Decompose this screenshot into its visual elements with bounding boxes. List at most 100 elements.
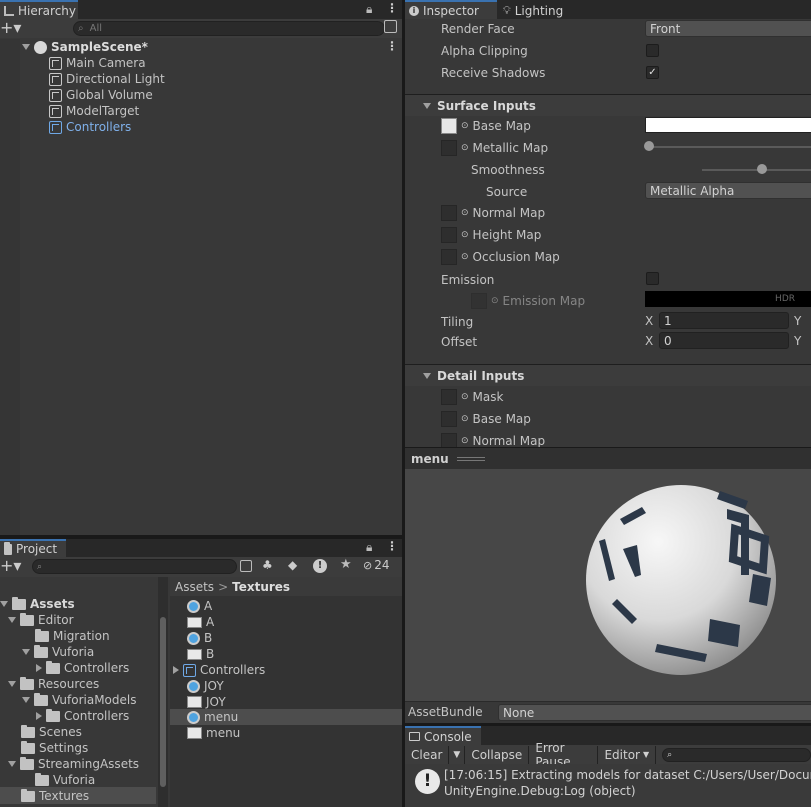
lock-icon[interactable]: 🔒︎ (366, 540, 372, 555)
project-search-input[interactable]: ⌕ (32, 559, 237, 574)
metallic-slider-thumb[interactable] (644, 141, 654, 151)
foldout-arrow-icon[interactable] (423, 102, 431, 109)
editor-dropdown[interactable]: Editor ▼ (598, 745, 657, 764)
expand-arrow-icon[interactable] (22, 697, 30, 703)
collapse-arrow-icon[interactable] (36, 712, 42, 720)
smoothness-slider-thumb[interactable] (756, 164, 767, 174)
file-item[interactable]: B (187, 646, 214, 662)
height-map-row[interactable]: ⊙ Height Map (441, 227, 541, 243)
surface-inputs-header[interactable]: Surface Inputs (405, 95, 811, 116)
hierarchy-search-input[interactable]: ⌕ All (73, 21, 385, 36)
file-item[interactable]: A (187, 614, 214, 630)
tree-item-editor[interactable]: Editor (8, 612, 74, 628)
breadcrumb-assets[interactable]: Assets (175, 580, 214, 594)
file-item[interactable]: menu (187, 725, 240, 741)
tree-item-scenes[interactable]: Scenes (21, 724, 82, 740)
tree-item-resources[interactable]: Resources (8, 676, 99, 692)
tree-item-migration[interactable]: Migration (35, 628, 110, 644)
console-search-input[interactable]: ⌕ (662, 747, 811, 762)
preview-header[interactable]: menu (405, 447, 811, 469)
lock-icon[interactable]: 🔒︎ (366, 2, 372, 17)
more-menu-icon[interactable]: ⋮ (386, 539, 398, 553)
filter-label-icon[interactable]: ◆ (288, 558, 297, 572)
object-picker-icon[interactable]: ⊙ (461, 436, 469, 446)
detail-base-map-row[interactable]: ⊙ Base Map (441, 411, 531, 427)
collapse-arrow-icon[interactable] (173, 666, 179, 674)
hierarchy-item-directional-light[interactable]: Directional Light (49, 71, 165, 87)
search-options-icon[interactable] (384, 20, 397, 33)
drag-handle-icon[interactable] (456, 456, 485, 461)
clear-options-dropdown[interactable]: ▼ (449, 745, 466, 764)
hidden-packages-toggle[interactable]: ⊘ 24 (363, 558, 390, 572)
expand-arrow-icon[interactable] (22, 44, 30, 50)
object-picker-icon[interactable]: ⊙ (461, 252, 469, 262)
tree-item-settings[interactable]: Settings (21, 740, 88, 756)
hierarchy-item-controllers[interactable]: Controllers (49, 119, 131, 135)
detail-normal-map-row[interactable]: ⊙ Normal Map (441, 433, 545, 447)
tree-scrollbar-thumb[interactable] (160, 617, 166, 787)
alpha-clipping-checkbox[interactable] (646, 44, 659, 57)
file-item-selected[interactable]: menu (187, 709, 238, 725)
base-color-swatch[interactable] (645, 117, 811, 133)
object-picker-icon[interactable]: ⊙ (461, 121, 469, 131)
detail-inputs-header[interactable]: Detail Inputs (405, 365, 811, 386)
metallic-map-row[interactable]: ⊙ Metallic Map (441, 140, 548, 156)
material-preview[interactable] (405, 469, 811, 701)
emission-checkbox[interactable] (646, 272, 659, 285)
scene-row[interactable]: SampleScene* (22, 39, 148, 55)
object-picker-icon[interactable]: ⊙ (461, 414, 469, 424)
file-item[interactable]: B (187, 630, 212, 646)
expand-arrow-icon[interactable] (0, 601, 8, 607)
tab-lighting[interactable]: 💡︎ Lighting (499, 0, 579, 19)
foldout-arrow-icon[interactable] (423, 372, 431, 379)
detail-mask-row[interactable]: ⊙ Mask (441, 389, 503, 405)
tab-inspector[interactable]: i Inspector (405, 0, 497, 19)
hierarchy-item-global-volume[interactable]: Global Volume (49, 87, 153, 103)
breadcrumb-textures[interactable]: Textures (232, 580, 290, 594)
tiling-x-input[interactable]: 1 (659, 312, 789, 329)
occlusion-map-row[interactable]: ⊙ Occlusion Map (441, 249, 560, 265)
file-item[interactable]: JOY (187, 694, 226, 710)
console-log-entry[interactable]: ! [17:06:15] Extracting models for datas… (405, 764, 811, 807)
tree-item-vuforiamodels[interactable]: VuforiaModels (22, 692, 136, 708)
tree-item-vuforia-2[interactable]: Vuforia (35, 772, 95, 788)
search-window-icon[interactable] (240, 560, 252, 572)
filter-type-icon[interactable]: ♣ (262, 558, 273, 572)
collapse-button[interactable]: Collapse (465, 745, 530, 764)
error-pause-button[interactable]: Error Pause (529, 741, 599, 769)
filter-log-icon[interactable]: ! (313, 559, 327, 573)
source-dropdown[interactable]: Metallic Alpha (645, 182, 811, 199)
add-button[interactable]: +▾ (0, 19, 21, 36)
object-picker-icon[interactable]: ⊙ (461, 392, 469, 402)
render-face-dropdown[interactable]: Front (645, 20, 811, 37)
object-picker-icon[interactable]: ⊙ (461, 230, 469, 240)
metallic-slider-track[interactable] (649, 146, 811, 148)
more-menu-icon[interactable]: ⋮ (386, 1, 398, 15)
hierarchy-item-modeltarget[interactable]: ModelTarget (49, 103, 139, 119)
hierarchy-item-main-camera[interactable]: Main Camera (49, 55, 146, 71)
expand-arrow-icon[interactable] (8, 761, 16, 767)
favorites-star-icon[interactable]: ★ (340, 557, 352, 572)
tab-console[interactable]: Console (405, 726, 481, 745)
file-item[interactable]: JOY (187, 678, 224, 694)
file-item[interactable]: Controllers (173, 662, 265, 678)
object-picker-icon[interactable]: ⊙ (461, 208, 469, 218)
expand-arrow-icon[interactable] (8, 617, 16, 623)
assetbundle-dropdown[interactable]: None (498, 704, 811, 721)
tree-item-controllers[interactable]: Controllers (36, 660, 129, 676)
tree-item-vuforia[interactable]: Vuforia (22, 644, 94, 660)
file-item[interactable]: A (187, 598, 212, 614)
scene-more-icon[interactable]: ⋮ (386, 39, 398, 53)
receive-shadows-checkbox[interactable]: ✓ (646, 66, 659, 79)
base-map-row[interactable]: ⊙ Base Map (441, 118, 531, 134)
offset-x-input[interactable]: 0 (659, 332, 789, 349)
tab-project[interactable]: Project (0, 539, 66, 557)
tree-item-controllers-2[interactable]: Controllers (36, 708, 129, 724)
tree-item-textures[interactable]: Textures (21, 788, 89, 804)
collapse-arrow-icon[interactable] (36, 664, 42, 672)
tree-item-streamingassets[interactable]: StreamingAssets (8, 756, 139, 772)
object-picker-icon[interactable]: ⊙ (461, 143, 469, 153)
clear-button[interactable]: Clear (405, 745, 450, 764)
tree-item-assets[interactable]: Assets (0, 596, 75, 612)
expand-arrow-icon[interactable] (8, 681, 16, 687)
